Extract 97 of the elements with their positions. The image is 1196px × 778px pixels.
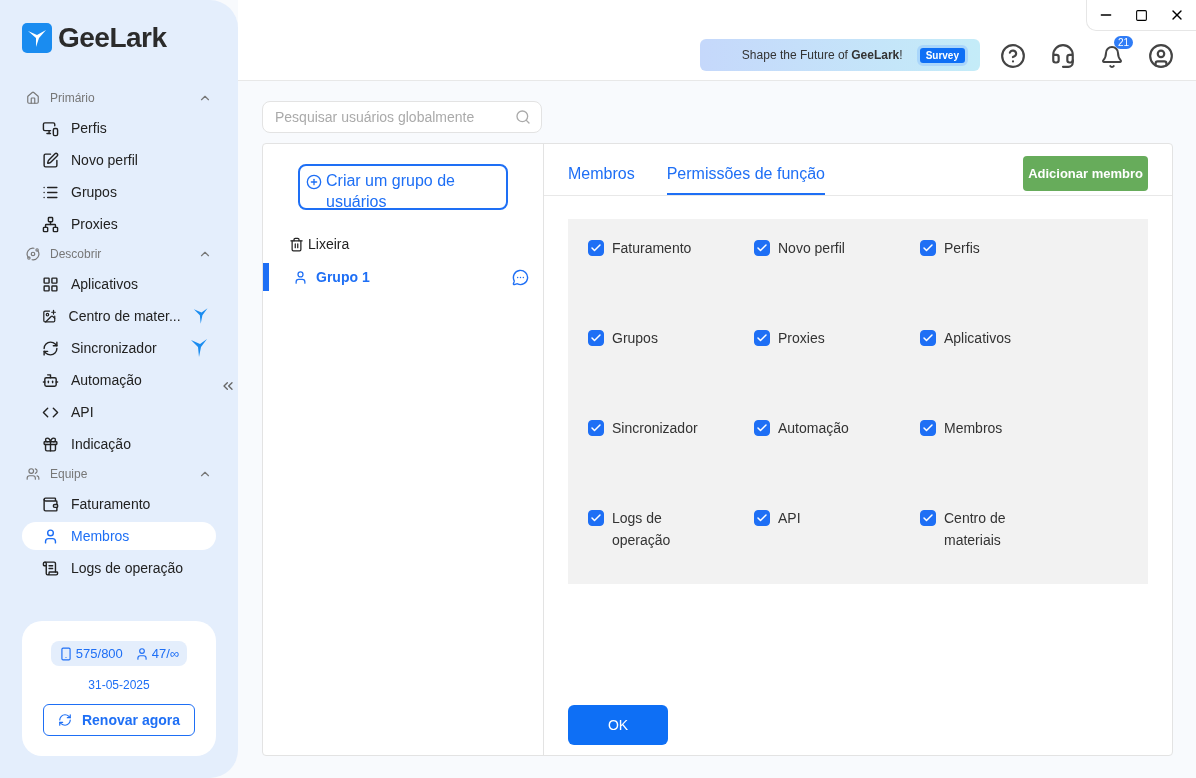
network-icon bbox=[42, 215, 59, 233]
sidebar-item[interactable]: Faturamento bbox=[22, 490, 216, 518]
expiry-date: 31-05-2025 bbox=[88, 678, 150, 692]
permission-label: Faturamento bbox=[612, 239, 692, 258]
help-icon[interactable] bbox=[1000, 43, 1026, 69]
sidebar-item[interactable]: Logs de operação bbox=[22, 554, 216, 582]
check-icon bbox=[922, 422, 934, 434]
section-header[interactable]: Equipe bbox=[22, 460, 216, 488]
headset-icon[interactable] bbox=[1050, 43, 1076, 69]
check-icon bbox=[922, 242, 934, 254]
check-icon bbox=[756, 422, 768, 434]
sidebar-item[interactable]: Novo perfil bbox=[22, 146, 216, 174]
sidebar-item[interactable]: Membros bbox=[22, 522, 216, 550]
image-icon bbox=[42, 307, 57, 325]
wallet-icon bbox=[42, 495, 59, 513]
check-icon bbox=[590, 512, 602, 524]
permission-label: Centro de materiais bbox=[944, 509, 1007, 550]
grid-icon bbox=[42, 275, 59, 293]
tab[interactable]: Permissões de função bbox=[666, 165, 825, 195]
sidebar-item[interactable]: Sincronizador bbox=[22, 334, 216, 362]
sidebar-item[interactable]: Aplicativos bbox=[22, 270, 216, 298]
trash-item[interactable]: Lixeira bbox=[289, 236, 543, 252]
permission-label: Membros bbox=[944, 419, 1003, 438]
search-field[interactable]: Pesquisar usuários globalmente bbox=[262, 101, 542, 133]
banner-text: Shape the Future of GeeLark! bbox=[741, 48, 903, 62]
user-icon bbox=[293, 269, 308, 285]
logo-text: GeeLark bbox=[58, 22, 167, 54]
checkbox[interactable] bbox=[754, 420, 770, 436]
survey-banner[interactable]: Shape the Future of GeeLark! Survey bbox=[700, 39, 980, 71]
user-icon[interactable] bbox=[1148, 43, 1174, 69]
device-icon bbox=[58, 646, 73, 661]
user-icon bbox=[42, 527, 59, 545]
edit-icon bbox=[42, 151, 59, 169]
plus-icon bbox=[306, 174, 322, 190]
sidebar-item[interactable]: API bbox=[22, 398, 216, 426]
permission-label: Aplicativos bbox=[944, 329, 1011, 348]
permission-label: Logs de operação bbox=[612, 509, 672, 550]
refresh-icon bbox=[57, 713, 72, 727]
logo-icon bbox=[22, 23, 52, 53]
sidebar-item[interactable]: Indicação bbox=[22, 430, 216, 458]
maximize-icon[interactable] bbox=[1135, 8, 1148, 22]
check-icon bbox=[922, 512, 934, 524]
sidebar-item[interactable]: Proxies bbox=[22, 210, 216, 238]
check-icon bbox=[590, 242, 602, 254]
tab[interactable]: Membros bbox=[568, 165, 635, 195]
check-icon bbox=[756, 512, 768, 524]
check-icon bbox=[590, 422, 602, 434]
permission-label: Proxies bbox=[778, 329, 825, 348]
bell-icon[interactable] bbox=[1100, 45, 1124, 69]
members-count: 47/∞ bbox=[151, 646, 180, 661]
checkbox[interactable] bbox=[754, 330, 770, 346]
profiles-count: 575/800 bbox=[75, 646, 123, 661]
home-icon bbox=[26, 91, 40, 105]
search-input[interactable]: Pesquisar usuários globalmente bbox=[273, 108, 515, 126]
checkbox[interactable] bbox=[754, 510, 770, 526]
survey-button[interactable]: Survey bbox=[916, 44, 968, 66]
section-header[interactable]: Descobrir bbox=[22, 240, 216, 268]
checkbox[interactable] bbox=[588, 420, 604, 436]
users-icon bbox=[26, 467, 40, 481]
gift-icon bbox=[42, 435, 59, 453]
permission-label: Automação bbox=[778, 419, 849, 438]
permission-label: Perfis bbox=[944, 239, 980, 258]
search-icon bbox=[515, 109, 531, 125]
checkbox[interactable] bbox=[920, 240, 936, 256]
planet-icon bbox=[26, 247, 40, 261]
notification-badge: 21 bbox=[1113, 36, 1133, 49]
ok-button[interactable]: OK bbox=[568, 705, 668, 745]
section-header[interactable]: Primário bbox=[22, 84, 216, 112]
user-icon bbox=[134, 646, 149, 661]
checkbox[interactable] bbox=[920, 330, 936, 346]
trash-icon bbox=[289, 236, 304, 252]
checkbox[interactable] bbox=[754, 240, 770, 256]
create-group-button[interactable]: Criar um grupo de usuários bbox=[298, 164, 508, 210]
devices-icon bbox=[42, 119, 59, 137]
sync-icon bbox=[42, 339, 59, 357]
check-icon bbox=[756, 332, 768, 344]
sidebar-item[interactable]: Perfis bbox=[22, 114, 216, 142]
renew-button[interactable]: Renovar agora bbox=[43, 704, 195, 736]
group-item[interactable]: Grupo 1 bbox=[263, 263, 543, 291]
permission-label: Sincronizador bbox=[612, 419, 698, 438]
permission-label: Novo perfil bbox=[778, 239, 845, 258]
log-icon bbox=[42, 559, 59, 577]
robot-icon bbox=[42, 371, 59, 389]
check-icon bbox=[756, 242, 768, 254]
permission-label: Grupos bbox=[612, 329, 658, 348]
permission-label: API bbox=[778, 509, 801, 528]
check-icon bbox=[922, 332, 934, 344]
sidebar-item[interactable]: Grupos bbox=[22, 178, 216, 206]
checkbox[interactable] bbox=[920, 510, 936, 526]
sidebar-item[interactable]: Centro de mater... bbox=[22, 302, 216, 330]
checkbox[interactable] bbox=[588, 510, 604, 526]
sidebar-item[interactable]: Automação bbox=[22, 366, 216, 394]
more-icon[interactable] bbox=[512, 268, 529, 286]
checkbox[interactable] bbox=[588, 240, 604, 256]
checkbox[interactable] bbox=[920, 420, 936, 436]
check-icon bbox=[590, 332, 602, 344]
checkbox[interactable] bbox=[588, 330, 604, 346]
